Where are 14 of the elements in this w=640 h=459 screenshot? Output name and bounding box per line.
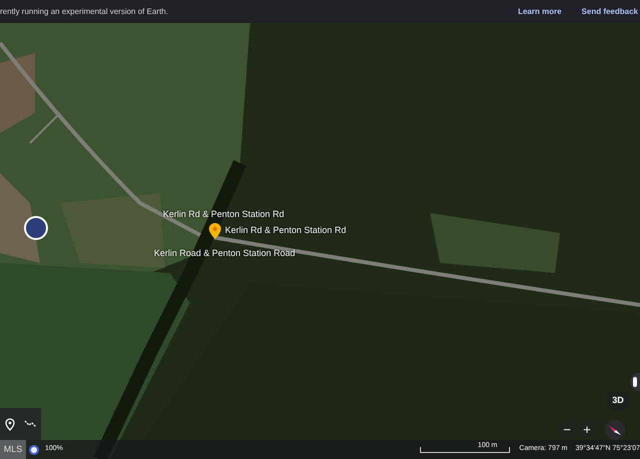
compass-icon[interactable] — [604, 419, 626, 441]
banner-message: rently running an experimental version of Earth. — [0, 6, 168, 18]
banner-link[interactable]: Learn more — [518, 6, 562, 18]
zoom-out-button[interactable]: − — [558, 420, 576, 438]
view-mode-button[interactable]: 3D — [606, 391, 630, 411]
mls-button[interactable]: MLS — [0, 440, 26, 459]
place-label: Kerlin Rd & Penton Station Rd — [225, 224, 346, 238]
road-label: Kerlin Rd & Penton Station Rd — [163, 208, 284, 221]
road-label: Kerlin Road & Penton Station Road — [154, 247, 296, 260]
map-pin-icon[interactable] — [209, 223, 221, 239]
location-pin-icon[interactable] — [4, 418, 14, 430]
zoom-in-button[interactable]: + — [578, 420, 596, 438]
path-icon[interactable] — [24, 419, 36, 429]
banner-link[interactable]: Send feedback — [582, 6, 638, 18]
